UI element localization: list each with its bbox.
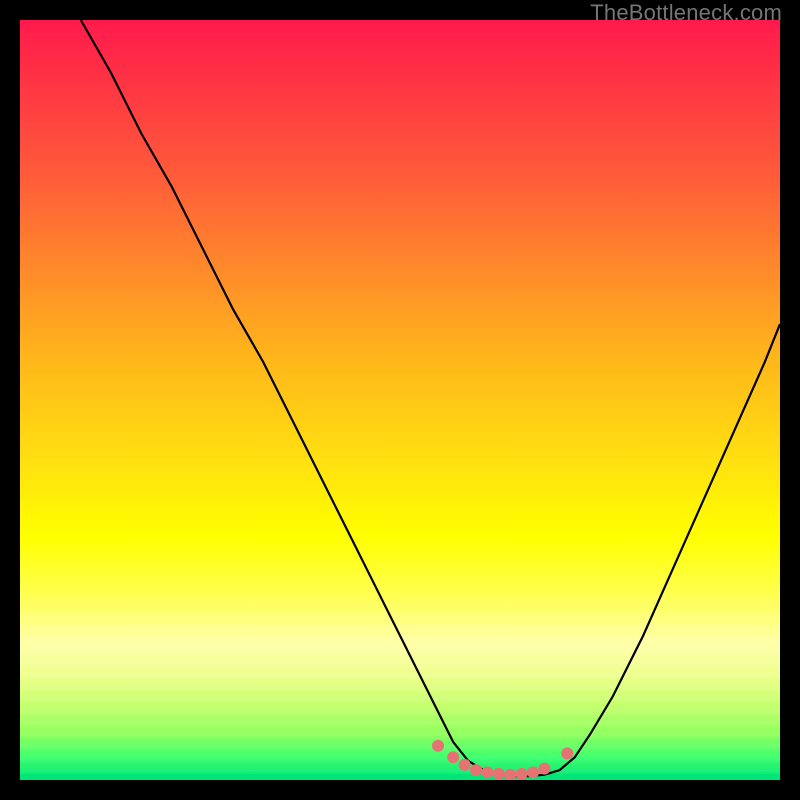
- marker-dot: [493, 768, 505, 780]
- marker-dot: [504, 769, 516, 780]
- marker-dot: [538, 763, 550, 775]
- chart-svg: [20, 20, 780, 780]
- marker-dot: [527, 766, 539, 778]
- curve-path: [81, 20, 780, 776]
- marker-dot: [481, 766, 493, 778]
- marker-dot: [516, 768, 528, 780]
- marker-dot: [561, 747, 573, 759]
- marker-dot: [432, 740, 444, 752]
- marker-dot: [447, 751, 459, 763]
- marker-dot: [470, 764, 482, 776]
- marker-group: [432, 740, 573, 780]
- marker-dot: [459, 759, 471, 771]
- chart-frame: [20, 20, 780, 780]
